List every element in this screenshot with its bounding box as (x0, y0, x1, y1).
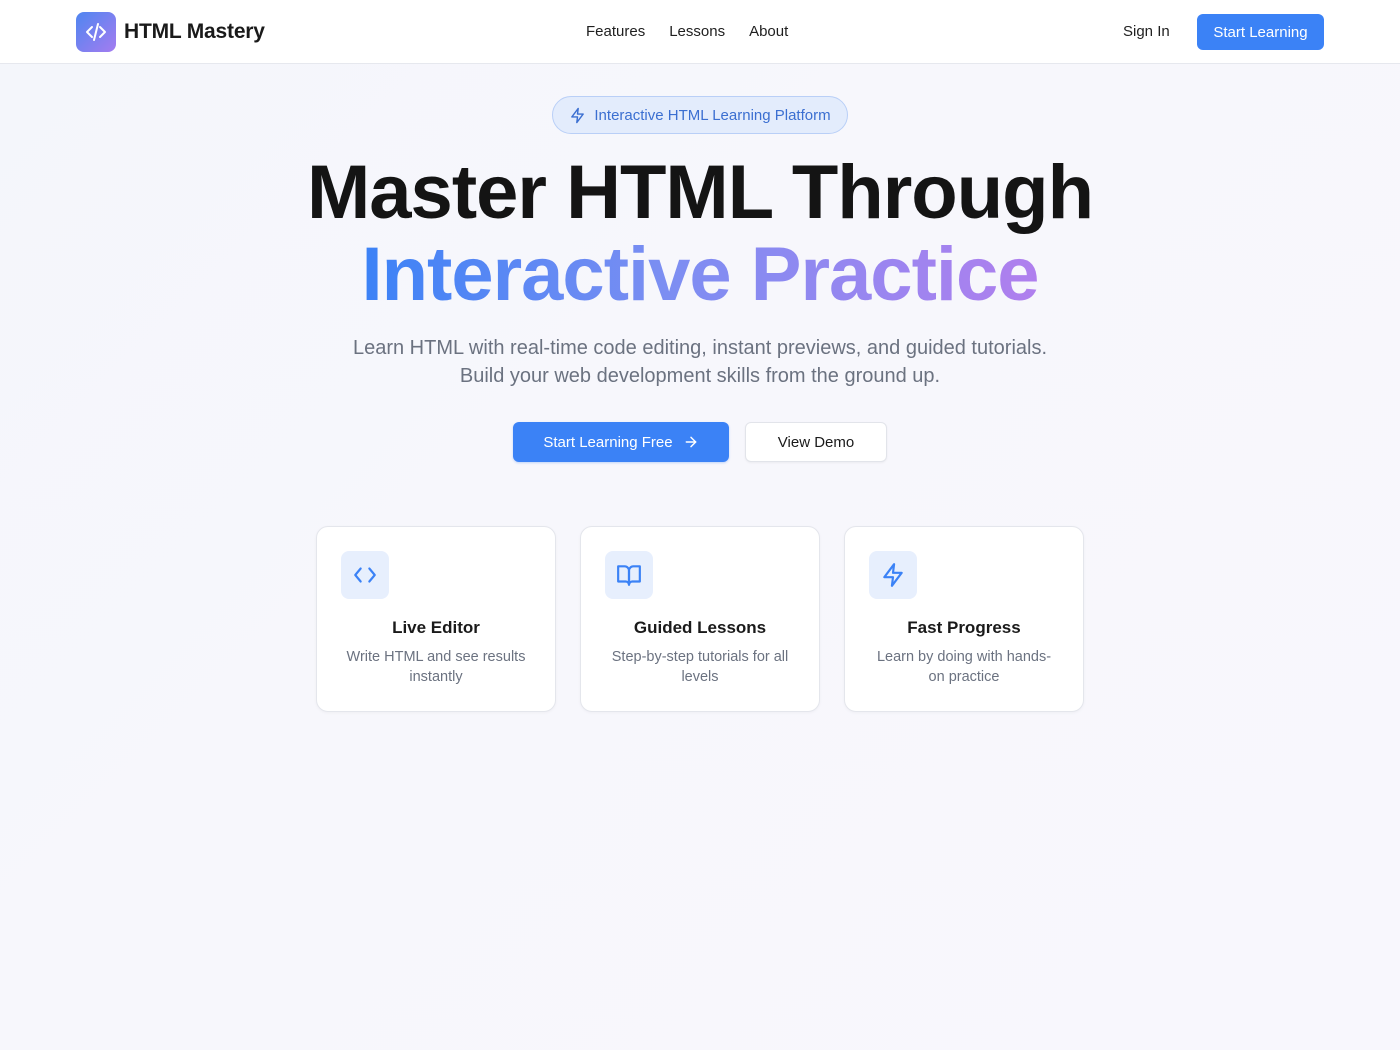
feature-title: Guided Lessons (633, 618, 767, 637)
card-icon-box (869, 551, 917, 599)
book-open-icon (617, 565, 641, 586)
logo-mark[interactable] (76, 12, 116, 52)
zap-icon (571, 107, 585, 123)
feature-description: Learn by doing with hands-on practice (876, 649, 1052, 685)
nav-about[interactable]: About (749, 20, 788, 44)
card-icon-box (341, 551, 389, 599)
feature-card-guided-lessons: Guided Lessons Step-by-step tutorials fo… (580, 526, 820, 712)
badge-label: Interactive HTML Learning Platform (594, 106, 831, 124)
main-nav: Features Lessons About (586, 20, 788, 44)
hero-title-line-1: Master HTML Through (306, 150, 1094, 235)
feature-card-fast-progress: Fast Progress Learn by doing with hands-… (844, 526, 1084, 712)
brand-name[interactable]: HTML Mastery (124, 18, 265, 46)
platform-badge: Interactive HTML Learning Platform (552, 96, 848, 134)
feature-title: Fast Progress (907, 618, 1021, 637)
sign-in-link[interactable]: Sign In (1123, 20, 1170, 44)
nav-lessons[interactable]: Lessons (669, 20, 725, 44)
hero-title-gradient-text: Interactive Practice (361, 232, 1039, 317)
start-learning-button[interactable]: Start Learning (1197, 14, 1324, 50)
top-navbar: HTML Mastery Features Lessons About Sign… (0, 0, 1400, 64)
arrow-right-icon (685, 436, 697, 448)
code-slash-icon (86, 23, 106, 41)
view-demo-button[interactable]: View Demo (745, 422, 887, 462)
feature-description: Step-by-step tutorials for all levels (611, 649, 789, 685)
hero-title-line-2: Interactive Practice (0, 232, 1400, 318)
feature-card-live-editor: Live Editor Write HTML and see results i… (316, 526, 556, 712)
feature-description: Write HTML and see results instantly (346, 649, 526, 685)
start-learning-free-button[interactable]: Start Learning Free (513, 422, 729, 462)
hero-subtitle: Learn HTML with real-time code editing, … (352, 337, 1048, 387)
card-icon-box (605, 551, 653, 599)
start-learning-free-label: Start Learning Free (543, 433, 673, 451)
zap-icon (883, 563, 903, 587)
code-icon (354, 567, 376, 583)
feature-title: Live Editor (392, 618, 480, 637)
nav-features[interactable]: Features (586, 20, 645, 44)
